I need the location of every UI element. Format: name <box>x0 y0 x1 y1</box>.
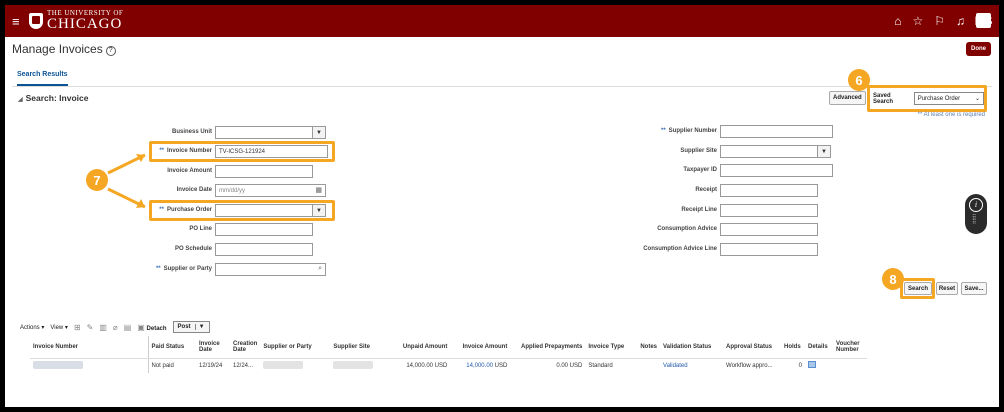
details-cell <box>805 358 833 373</box>
validation-status-link[interactable]: Validated <box>663 363 688 369</box>
app-frame: ≡ THE UNIVERSITY OF CHICAGO ⌂ ☆ ⚐ ♫ MS M… <box>0 0 1004 412</box>
col-validation-status[interactable]: Validation Status <box>660 336 724 359</box>
col-voucher-number[interactable]: Voucher Number <box>833 336 868 359</box>
format-icon[interactable]: ⊞ <box>74 323 81 332</box>
col-invoice-number[interactable]: Invoice Number <box>30 336 148 359</box>
col-approval-status[interactable]: Approval Status <box>723 336 782 359</box>
col-holds[interactable]: Holds <box>781 336 806 359</box>
actions-menu[interactable]: Actions ▾ <box>20 324 44 331</box>
col-invoice-amount[interactable]: Invoice Amount <box>450 336 511 359</box>
view-menu[interactable]: View ▾ <box>50 324 68 331</box>
detach-icon: ▣ <box>137 322 145 332</box>
col-invoice-date[interactable]: Invoice Date <box>196 336 230 359</box>
col-paid-status[interactable]: Paid Status <box>147 336 196 359</box>
taxpayer-id-input[interactable] <box>720 164 833 177</box>
post-label: Post <box>177 324 191 330</box>
receipt-line-label: Receipt Line <box>681 207 717 213</box>
consumption-advice-line-input[interactable] <box>720 243 818 256</box>
supplier-site-select[interactable]: ▼ <box>720 145 831 158</box>
reset-button[interactable]: Reset <box>936 282 958 295</box>
attach-icon[interactable]: ⌀ <box>113 323 118 332</box>
redacted-invoice-number <box>33 360 83 369</box>
freeze-icon[interactable]: ▤ <box>124 323 132 332</box>
info-icon[interactable]: i <box>969 198 983 212</box>
columns-icon[interactable]: ▥ <box>99 323 107 332</box>
dropdown-arrow-icon[interactable]: ▼ <box>817 145 831 158</box>
supplier-number-label: Supplier Number <box>668 128 717 134</box>
detach-label: Detach <box>146 325 167 332</box>
paid-status-cell: Not paid <box>147 358 196 373</box>
unpaid-amount-cell: 14,000.00 USD <box>406 362 448 369</box>
supplier-number-label-wrap: ** Supplier Number <box>595 128 717 134</box>
col-invoice-type[interactable]: Invoice Type <box>585 336 638 359</box>
holds-cell: 0 <box>798 362 803 369</box>
edit-pencil-icon[interactable]: ✎ <box>87 323 94 332</box>
required-marker: ** <box>660 128 666 134</box>
supplier-site-cell <box>330 358 395 373</box>
notes-cell <box>637 358 660 373</box>
table-header-row: Invoice Number Paid Status Invoice Date … <box>30 336 868 359</box>
details-icon[interactable] <box>808 361 817 368</box>
chevron-down-icon[interactable]: ▼ <box>194 324 205 330</box>
info-widget[interactable]: i ⠿ ⠿ <box>965 194 987 234</box>
taxpayer-id-label: Taxpayer ID <box>683 167 717 173</box>
results-table: Invoice Number Paid Status Invoice Date … <box>30 336 868 373</box>
receipt-input[interactable] <box>720 184 818 197</box>
col-creation-date[interactable]: Creation Date <box>230 336 261 359</box>
col-supplier-or-party[interactable]: Supplier or Party <box>260 336 331 359</box>
detach-button[interactable]: ▣ Detach <box>137 323 166 332</box>
results-toolbar: Actions ▾ View ▾ ⊞ ✎ ▥ ⌀ ▤ ▣ Detach Post… <box>20 321 210 333</box>
col-supplier-site[interactable]: Supplier Site <box>330 336 396 359</box>
invoice-amount-currency: USD <box>494 362 508 369</box>
redacted-supplier-site <box>333 360 374 369</box>
voucher-number-cell <box>833 358 867 373</box>
consumption-advice-line-label: Consumption Advice Line <box>643 246 717 252</box>
save-button[interactable]: Save... <box>961 282 987 295</box>
col-notes[interactable]: Notes <box>637 336 661 359</box>
invoice-type-cell: Standard <box>588 362 613 369</box>
receipt-line-input[interactable] <box>720 204 818 217</box>
invoice-number-cell[interactable] <box>30 358 148 373</box>
applied-prepayments-cell: 0.00 USD <box>556 362 583 369</box>
supplier-number-input[interactable] <box>720 125 833 138</box>
consumption-advice-input[interactable] <box>720 223 818 236</box>
post-button[interactable]: Post ▼ <box>172 321 210 333</box>
table-row[interactable]: Not paid 12/19/24 12/24... 14,000.00 USD… <box>30 358 867 373</box>
invoice-date-cell: 12/19/24 <box>199 362 223 369</box>
col-details[interactable]: Details <box>805 336 834 359</box>
creation-date-cell: 12/24... <box>233 362 254 369</box>
invoice-amount-cell: 14,000.00 USD <box>450 358 510 373</box>
supplier-or-party-cell <box>260 358 330 373</box>
grid-dots-icon: ⠿ ⠿ <box>972 215 977 226</box>
consumption-advice-label: Consumption Advice <box>657 226 717 232</box>
col-applied-prepayments[interactable]: Applied Prepayments <box>510 336 586 359</box>
invoice-amount-link[interactable]: 14,000.00 <box>466 363 493 369</box>
receipt-label: Receipt <box>695 187 717 193</box>
approval-status-cell: Workflow appro... <box>726 362 773 369</box>
search-button[interactable]: Search <box>904 282 932 295</box>
validation-status-cell: Validated <box>660 358 723 373</box>
supplier-site-label: Supplier Site <box>680 148 717 154</box>
redacted-supplier <box>263 360 304 369</box>
col-unpaid-amount[interactable]: Unpaid Amount <box>395 336 451 359</box>
